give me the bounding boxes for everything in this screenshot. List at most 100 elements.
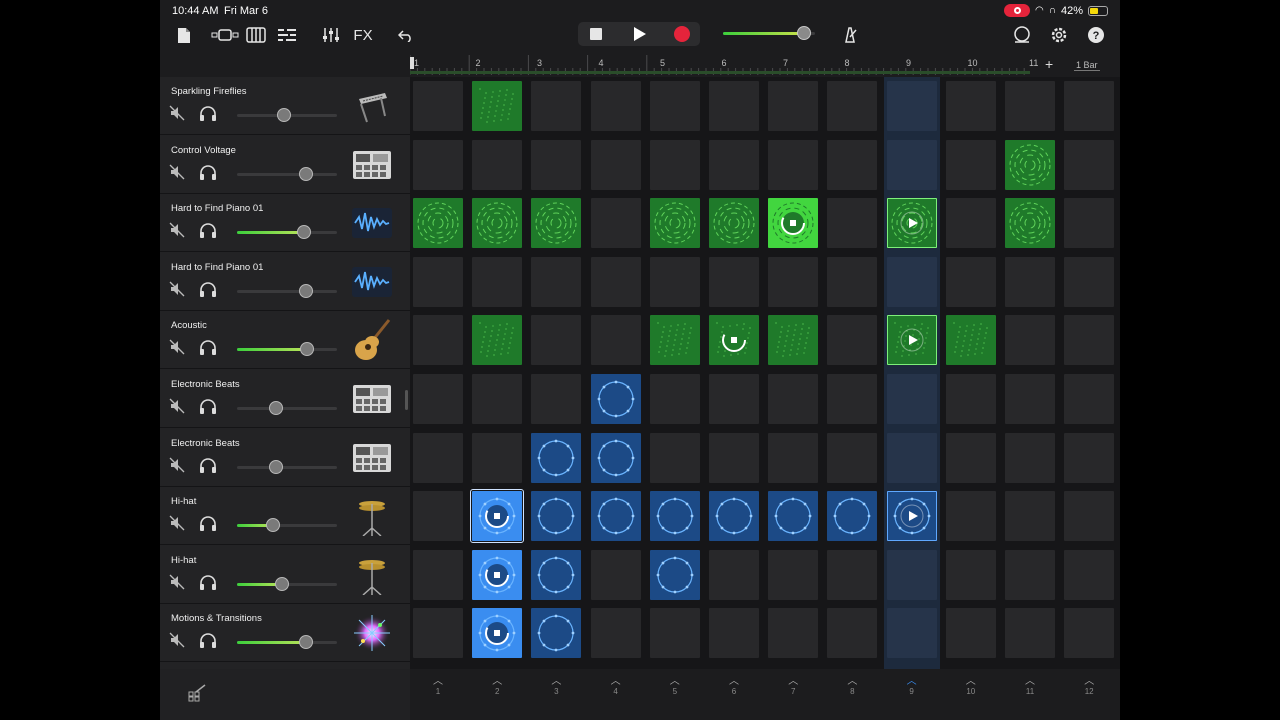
master-volume-slider[interactable] xyxy=(723,26,815,40)
empty-cell[interactable] xyxy=(1005,491,1055,542)
empty-cell[interactable] xyxy=(413,139,463,190)
track-volume-knob[interactable] xyxy=(300,342,314,357)
scene-trigger-button[interactable]: ︿ 9 xyxy=(884,677,940,697)
waveform-icon[interactable] xyxy=(350,202,394,244)
track-header[interactable]: Acoustic xyxy=(160,311,410,370)
loop-cell[interactable] xyxy=(886,315,937,366)
loop-cell[interactable] xyxy=(472,81,523,131)
empty-cell[interactable] xyxy=(827,432,878,483)
loop-cell[interactable] xyxy=(590,374,641,424)
empty-cell[interactable] xyxy=(472,432,523,483)
empty-cell[interactable] xyxy=(531,315,582,366)
empty-cell[interactable] xyxy=(413,81,463,131)
track-volume-knob[interactable] xyxy=(275,576,289,591)
scene-trigger-button[interactable]: ︿ 7 xyxy=(765,677,821,697)
loop-cell[interactable] xyxy=(649,315,700,366)
empty-cell[interactable] xyxy=(1005,256,1055,307)
empty-cell[interactable] xyxy=(1005,608,1055,659)
empty-cell[interactable] xyxy=(1005,81,1055,131)
empty-cell[interactable] xyxy=(1005,315,1055,366)
empty-cell[interactable] xyxy=(590,549,641,600)
track-volume-knob[interactable] xyxy=(299,635,313,650)
empty-cell[interactable] xyxy=(413,374,463,424)
empty-cell[interactable] xyxy=(945,608,996,659)
undo-button[interactable] xyxy=(396,22,416,48)
empty-cell[interactable] xyxy=(945,256,996,307)
solo-button[interactable] xyxy=(199,515,217,532)
acoustic-guitar-icon[interactable] xyxy=(350,319,394,361)
loop-browser-button[interactable] xyxy=(1012,22,1032,48)
empty-cell[interactable] xyxy=(649,139,700,190)
drum-machine-icon[interactable] xyxy=(350,378,394,420)
empty-cell[interactable] xyxy=(413,608,463,659)
loop-cell[interactable] xyxy=(472,549,523,600)
stop-button[interactable] xyxy=(586,22,606,46)
track-volume-knob[interactable] xyxy=(299,283,313,298)
loop-cell[interactable] xyxy=(590,491,641,542)
loop-cell[interactable] xyxy=(531,432,582,483)
track-header[interactable]: Motions & Transitions xyxy=(160,604,410,663)
empty-cell[interactable] xyxy=(531,139,582,190)
drum-machine-icon[interactable] xyxy=(350,144,394,186)
scene-trigger-button[interactable]: ︿ 4 xyxy=(588,677,644,697)
empty-cell[interactable] xyxy=(886,139,937,190)
track-header[interactable]: Hard to Find Piano 01 xyxy=(160,194,410,253)
solo-button[interactable] xyxy=(199,339,217,356)
empty-cell[interactable] xyxy=(649,432,700,483)
empty-cell[interactable] xyxy=(709,81,759,131)
track-header[interactable]: Hi-hat xyxy=(160,487,410,546)
empty-cell[interactable] xyxy=(590,315,641,366)
track-header[interactable]: Hi-hat xyxy=(160,546,410,604)
loop-cell[interactable] xyxy=(531,491,582,542)
track-volume-slider[interactable] xyxy=(237,342,337,357)
my-songs-button[interactable] xyxy=(174,22,194,48)
empty-cell[interactable] xyxy=(1064,549,1115,600)
scene-trigger-button[interactable]: ︿ 2 xyxy=(469,677,525,697)
scene-trigger-button[interactable]: ︿ 5 xyxy=(647,677,703,697)
mute-button[interactable] xyxy=(169,632,185,648)
mute-button[interactable] xyxy=(169,222,185,238)
empty-cell[interactable] xyxy=(886,81,937,131)
loop-cell[interactable] xyxy=(649,491,700,542)
solo-button[interactable] xyxy=(199,632,217,649)
empty-cell[interactable] xyxy=(413,432,463,483)
empty-cell[interactable] xyxy=(472,374,523,424)
fx-button[interactable]: FX xyxy=(351,22,375,48)
loop-cell[interactable] xyxy=(649,198,700,249)
loop-cell[interactable] xyxy=(945,315,996,366)
track-list-resize-handle[interactable] xyxy=(405,390,408,410)
empty-cell[interactable] xyxy=(1005,432,1055,483)
loop-cell[interactable] xyxy=(827,491,878,542)
solo-button[interactable] xyxy=(199,457,217,473)
add-section-button[interactable]: + xyxy=(1045,56,1053,72)
loop-cell[interactable] xyxy=(768,315,819,366)
section-length-button[interactable]: 1 Bar xyxy=(1074,60,1100,71)
record-button[interactable] xyxy=(672,22,692,46)
scene-trigger-button[interactable]: ︿ 6 xyxy=(706,677,762,697)
empty-cell[interactable] xyxy=(945,198,996,249)
track-header[interactable]: Electronic Beats xyxy=(160,429,410,487)
metronome-button[interactable] xyxy=(840,22,860,48)
empty-cell[interactable] xyxy=(590,256,641,307)
loop-cell[interactable] xyxy=(768,491,819,542)
solo-button[interactable] xyxy=(199,398,217,414)
empty-cell[interactable] xyxy=(886,549,937,600)
help-button[interactable]: ? xyxy=(1086,22,1106,48)
track-volume-slider[interactable] xyxy=(237,635,337,650)
empty-cell[interactable] xyxy=(1064,608,1115,659)
empty-cell[interactable] xyxy=(1064,256,1115,307)
sparkle-burst-icon[interactable] xyxy=(350,612,394,654)
empty-cell[interactable] xyxy=(945,81,996,131)
mixer-button[interactable] xyxy=(321,22,341,48)
loop-cell[interactable] xyxy=(768,198,819,249)
track-header[interactable]: Control Voltage xyxy=(160,136,410,194)
empty-cell[interactable] xyxy=(413,491,463,542)
empty-cell[interactable] xyxy=(709,432,759,483)
scene-trigger-button[interactable]: ︿ 8 xyxy=(824,677,880,697)
empty-cell[interactable] xyxy=(531,256,582,307)
empty-cell[interactable] xyxy=(827,549,878,600)
mute-button[interactable] xyxy=(169,105,185,121)
empty-cell[interactable] xyxy=(413,549,463,600)
empty-cell[interactable] xyxy=(649,256,700,307)
empty-cell[interactable] xyxy=(590,198,641,249)
